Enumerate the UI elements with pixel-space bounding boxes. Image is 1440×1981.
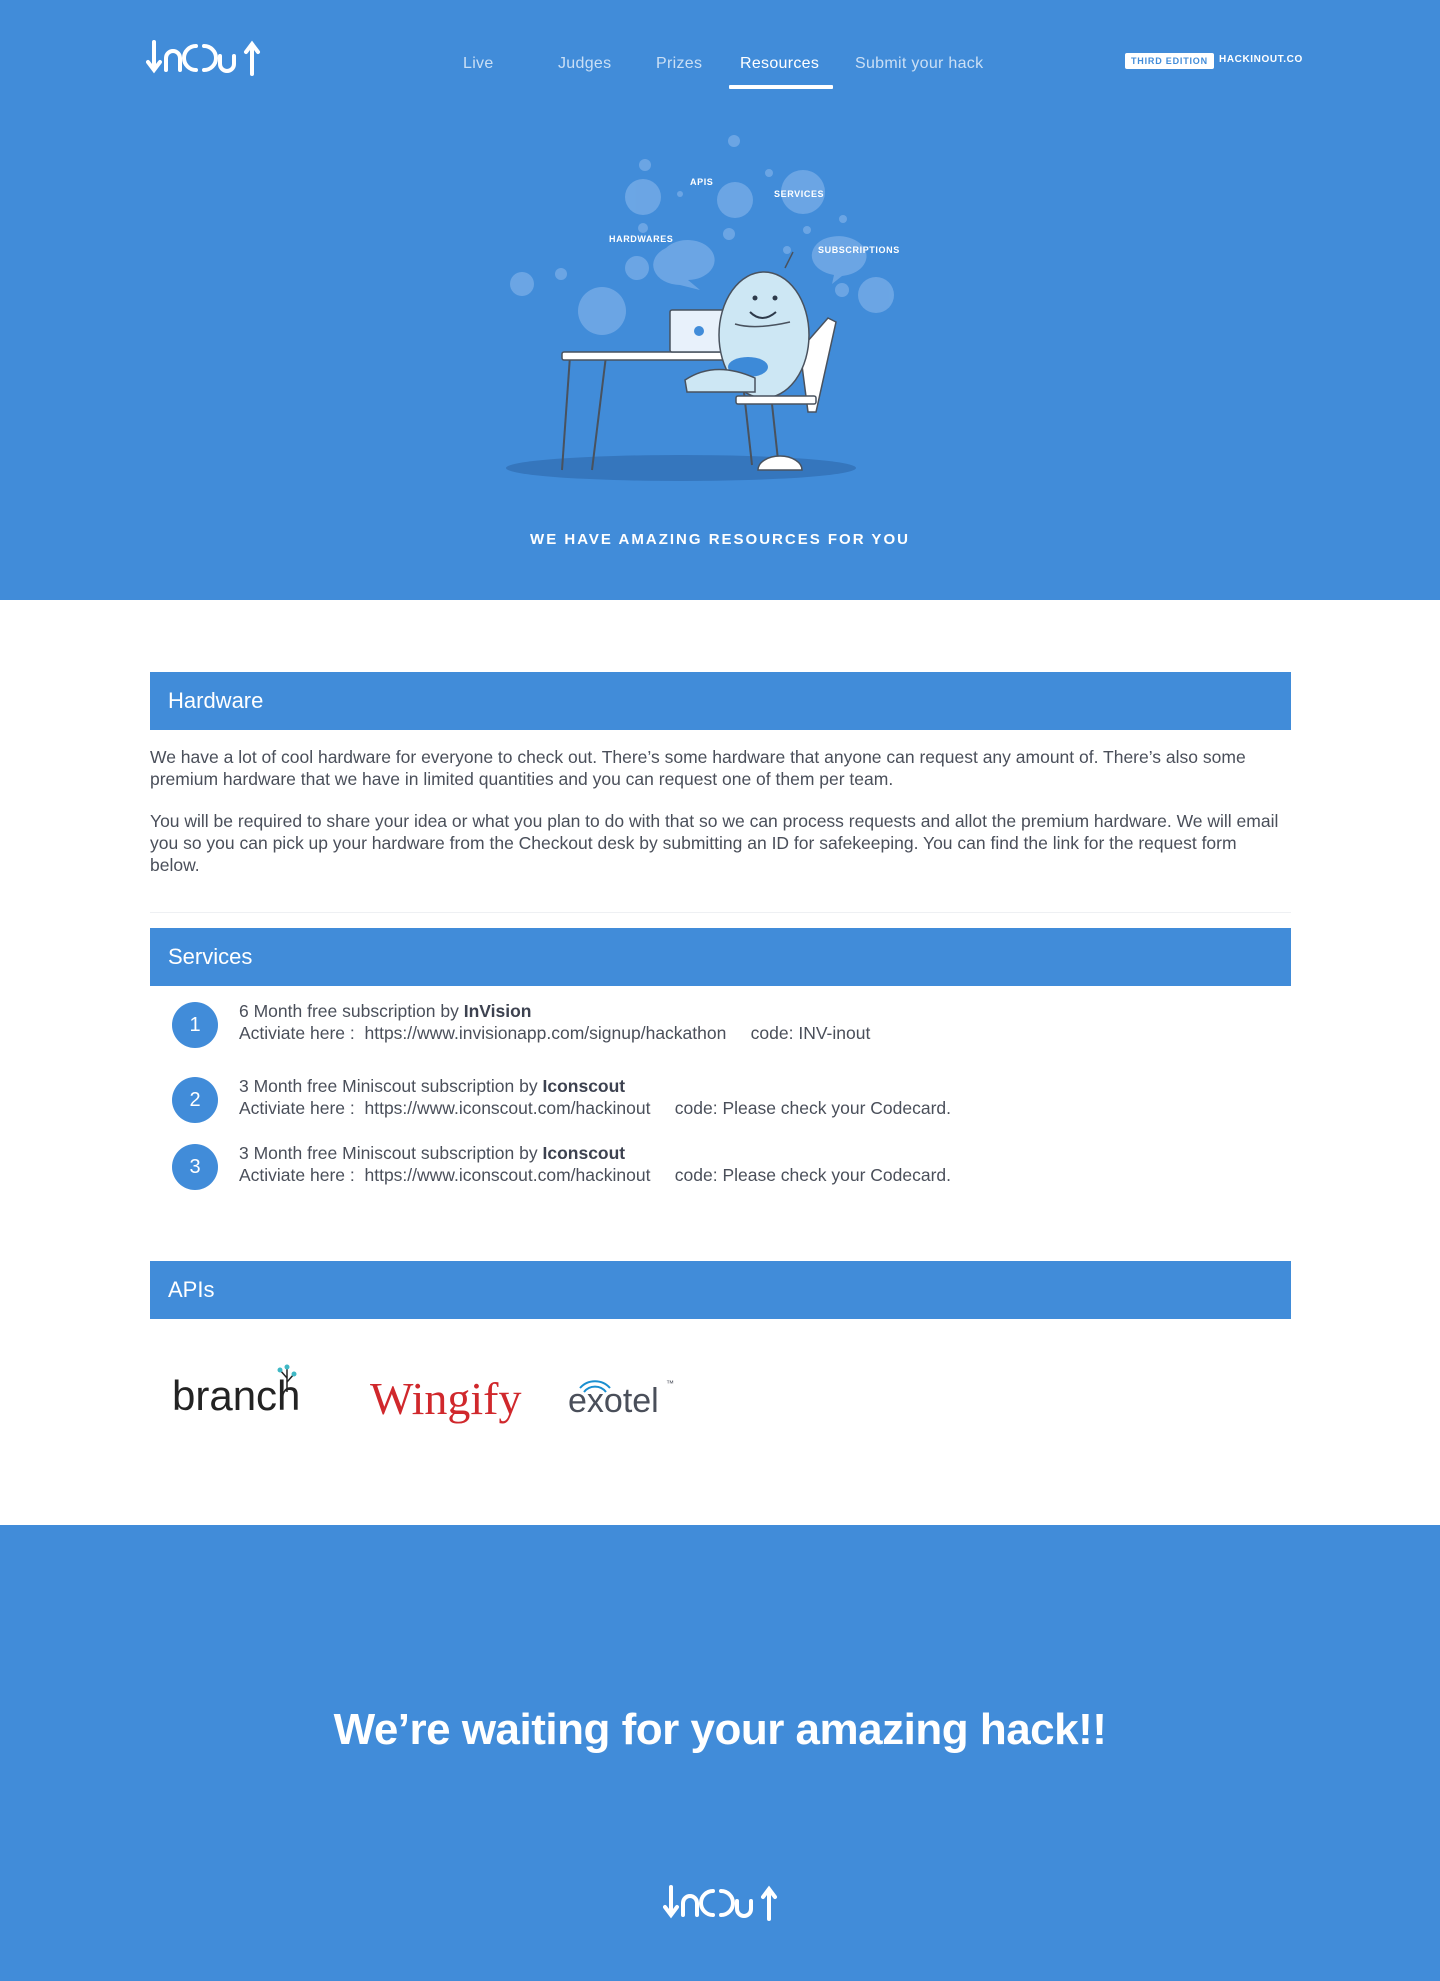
- section-divider: [150, 912, 1291, 913]
- nav-judges[interactable]: Judges: [558, 55, 611, 73]
- nav-live[interactable]: Live: [463, 55, 494, 73]
- service-number-badge: 1: [172, 1002, 218, 1048]
- active-tab-indicator: [729, 85, 833, 89]
- svg-text:™: ™: [666, 1379, 674, 1388]
- service-number-badge: 2: [172, 1077, 218, 1123]
- hero-banner: Live Judges Prizes Resources Submit your…: [0, 0, 1440, 600]
- service-code: code: Please check your Codecard.: [674, 1098, 952, 1118]
- service-number-badge: 3: [172, 1144, 218, 1190]
- service-code: code: Please check your Codecard.: [674, 1165, 952, 1185]
- nav-resources[interactable]: Resources: [740, 55, 819, 73]
- hero-tagline: WE HAVE AMAZING RESOURCES FOR YOU: [530, 531, 910, 548]
- hardware-section-header: Hardware: [150, 672, 1291, 730]
- site-link[interactable]: HACKINOUT.CO: [1219, 54, 1303, 65]
- service-code: code: INV-inout: [750, 1023, 871, 1043]
- footer-inout-logo[interactable]: [663, 1883, 779, 1923]
- apis-section-header: APIs: [150, 1261, 1291, 1319]
- service-brand: Iconscout: [542, 1143, 626, 1163]
- service-offer: 3 Month free Miniscout subscription by I…: [239, 1076, 626, 1096]
- footer: We’re waiting for your amazing hack!!: [0, 1525, 1440, 1981]
- service-brand: Iconscout: [542, 1076, 626, 1096]
- service-activation: Activiate here : https://www.iconscout.c…: [239, 1165, 952, 1185]
- hero-illustration: APIS SERVICES HARDWARES SUBSCRIPTIONS: [506, 135, 900, 481]
- nav-submit-your-hack[interactable]: Submit your hack: [855, 55, 983, 73]
- exotel-logo[interactable]: exotel ™: [566, 1372, 686, 1428]
- service-item: 2 3 Month free Miniscout subscription by…: [172, 1075, 1272, 1123]
- service-url-link[interactable]: https://www.invisionapp.com/signup/hacka…: [364, 1023, 726, 1043]
- svg-text:exotel: exotel: [568, 1382, 659, 1420]
- branch-logo[interactable]: branch: [170, 1362, 310, 1418]
- service-offer: 3 Month free Miniscout subscription by I…: [239, 1143, 626, 1163]
- service-url-link[interactable]: https://www.iconscout.com/hackinout: [364, 1098, 650, 1118]
- service-activation: Activiate here : https://www.iconscout.c…: [239, 1098, 952, 1118]
- footer-title: We’re waiting for your amazing hack!!: [333, 1705, 1107, 1754]
- svg-text:Wingify: Wingify: [370, 1373, 521, 1424]
- service-activation: Activiate here : https://www.invisionapp…: [239, 1023, 871, 1043]
- service-offer: 6 Month free subscription by InVision: [239, 1001, 532, 1021]
- wingify-logo[interactable]: Wingify: [368, 1368, 528, 1428]
- hardware-paragraph-2: You will be required to share your idea …: [150, 811, 1279, 875]
- bubble-services-label: SERVICES: [774, 189, 824, 199]
- bubble-subscriptions-label: SUBSCRIPTIONS: [818, 245, 900, 255]
- service-item: 1 6 Month free subscription by InVision …: [172, 1000, 1272, 1048]
- service-url-link[interactable]: https://www.iconscout.com/hackinout: [364, 1165, 650, 1185]
- nav-prizes[interactable]: Prizes: [656, 55, 702, 73]
- hardware-paragraph-1: We have a lot of cool hardware for every…: [150, 747, 1246, 789]
- svg-text:branch: branch: [172, 1372, 300, 1418]
- edition-badge: THIRD EDITION: [1125, 53, 1214, 69]
- bubble-hardwares-label: HARDWARES: [609, 234, 673, 244]
- service-brand: InVision: [463, 1001, 532, 1021]
- bubble-apis-label: APIS: [690, 177, 713, 187]
- services-section-header: Services: [150, 928, 1291, 986]
- service-item: 3 3 Month free Miniscout subscription by…: [172, 1142, 1272, 1190]
